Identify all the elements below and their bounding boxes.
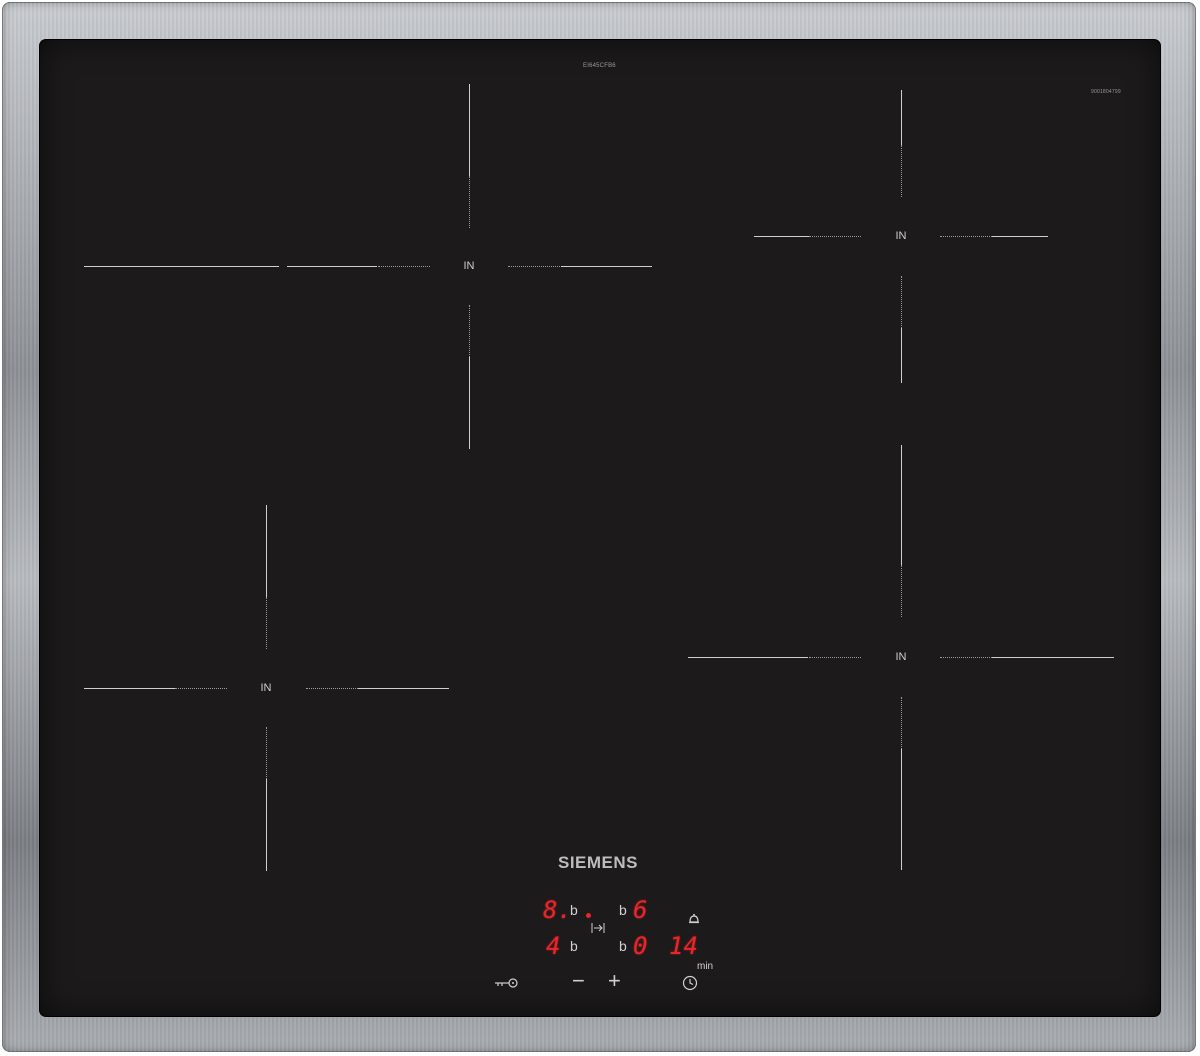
zone-marker-dots [901,276,903,328]
zone-marker-line [901,90,902,145]
zone-marker-line [266,505,267,597]
zone-power-display: 0 [633,932,648,960]
model-code: EI645CFB6 [583,63,616,69]
zone-label: IN [895,230,907,242]
zone-marker-line [287,266,377,267]
booster-indicator: b [570,902,578,918]
zone-marker-line [469,357,470,449]
zone-marker-dots [940,657,992,659]
key-lock-icon[interactable] [494,976,520,994]
zone-label: IN [463,260,475,272]
plus-icon[interactable]: + [608,968,621,994]
zone-marker-dots [809,236,861,238]
zone-marker-line [688,657,808,658]
zone-marker-line [84,688,175,689]
zone-marker-line [469,84,470,176]
booster-indicator: b [619,902,627,918]
booster-indicator: b [619,938,627,954]
zone-power-display: 6 [633,896,648,924]
zone-power-display: 4 [546,932,561,960]
minus-icon[interactable]: − [572,968,585,994]
zone-marker-dots [469,176,471,228]
zone-marker-line [992,657,1114,658]
zone-marker-line [561,266,652,267]
zone-marker-dots [809,657,861,659]
zone-marker-dots [266,597,268,649]
timer-clock-icon[interactable] [682,975,698,996]
zone-marker-line [901,445,902,565]
zone-marker-dots [901,697,903,749]
zone-marker-line [266,779,267,871]
zone-marker-dots [306,688,358,690]
booster-indicator: b [570,938,578,954]
zone-marker-line [754,236,809,237]
zone-marker-dots [175,688,227,690]
timer-unit-label: min [697,961,714,972]
zone-marker-line [901,749,902,870]
zone-marker-line [901,328,902,383]
zone-marker-line [358,688,449,689]
zone-label: IN [260,682,272,694]
bell-icon[interactable] [687,912,701,931]
zone-marker-dots [508,266,560,268]
zone-marker-line [84,266,279,267]
zone-marker-dots [901,565,903,617]
timer-display: 14 [669,932,698,960]
zone-marker-dots [266,727,268,779]
zone-marker-dots [469,305,471,357]
zone-power-display: 8. [543,896,572,924]
zone-marker-dots [378,266,430,268]
active-zone-dot [586,913,591,918]
brand-logo: SIEMENS [557,853,639,872]
power-boost-icon[interactable] [591,921,607,939]
zone-marker-dots [940,236,992,238]
zone-marker-line [992,236,1048,237]
zone-label: IN [895,651,907,663]
serial-code: 9001804799 [1091,89,1121,95]
zone-marker-dots [901,145,903,197]
